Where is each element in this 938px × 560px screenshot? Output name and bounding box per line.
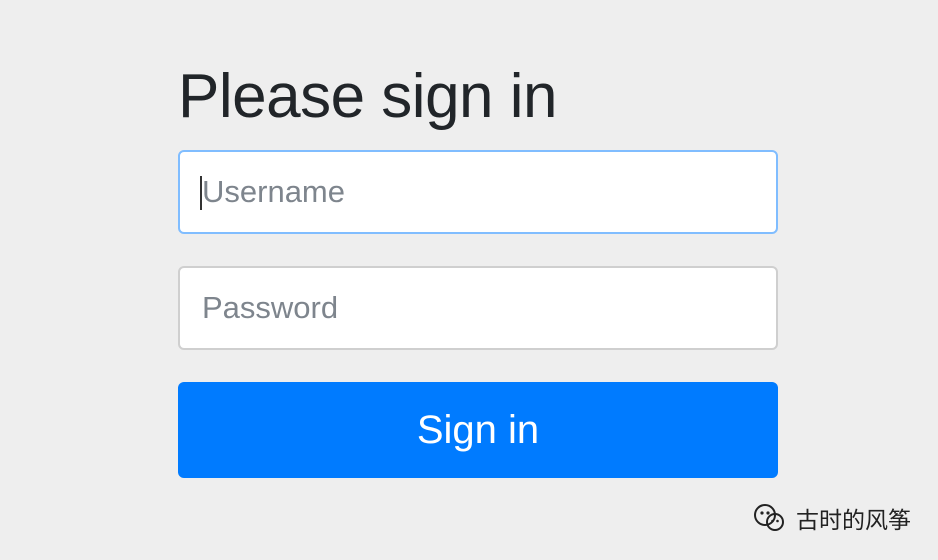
wechat-watermark: 古时的风筝 — [750, 500, 911, 536]
text-cursor — [200, 176, 202, 210]
username-input[interactable] — [178, 150, 778, 234]
sign-in-button[interactable]: Sign in — [178, 382, 778, 478]
sign-in-form: Please sign in Sign in — [178, 58, 778, 478]
page-title: Please sign in — [178, 62, 558, 131]
password-input[interactable] — [178, 266, 778, 350]
watermark-text: 古时的风筝 — [796, 508, 911, 534]
wechat-icon — [754, 504, 784, 531]
sign-in-page: Please sign in Sign in 古时的风筝 — [0, 0, 938, 560]
